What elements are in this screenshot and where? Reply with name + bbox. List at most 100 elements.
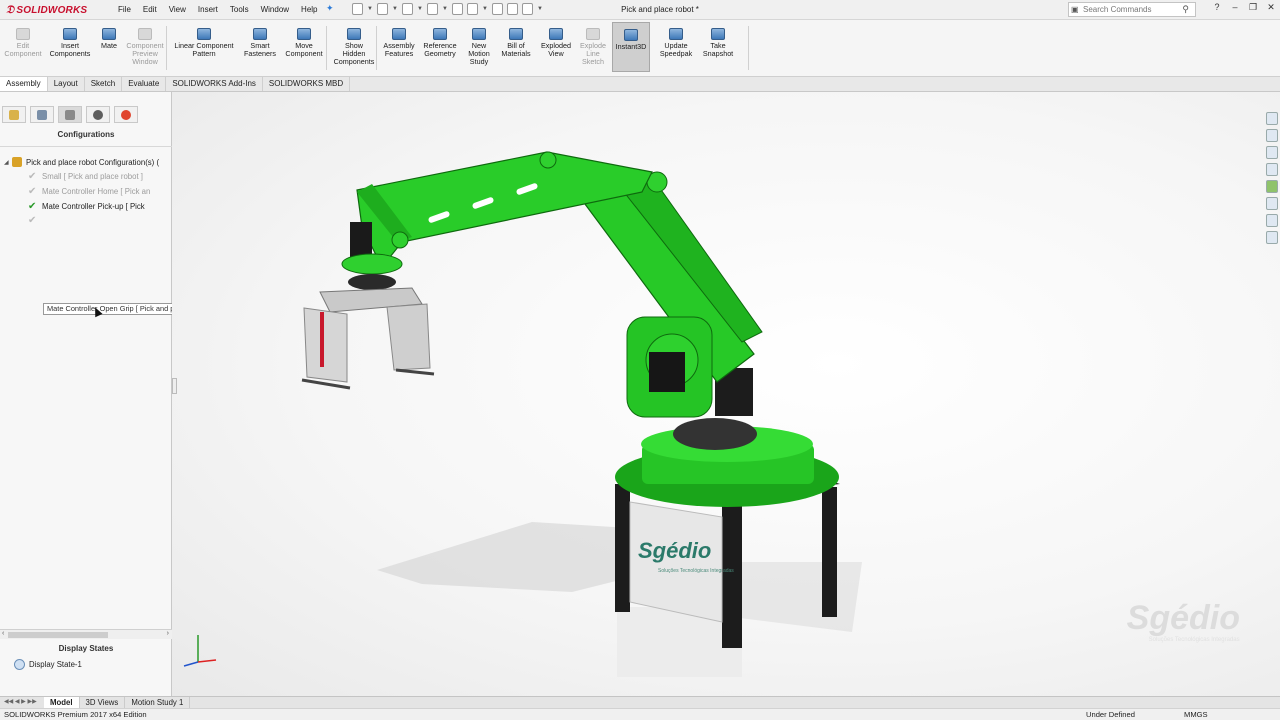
show-hidden-components-button[interactable]: Show Hidden Components: [330, 22, 378, 66]
component-preview-window-button[interactable]: Component Preview Window: [122, 22, 168, 66]
tab-solidworks-add-ins[interactable]: SOLIDWORKS Add-Ins: [166, 77, 263, 91]
gripper-finger: [386, 303, 431, 371]
insert-components-button[interactable]: Insert Components: [48, 22, 92, 58]
forum-icon[interactable]: [1266, 214, 1278, 227]
tab-assembly[interactable]: Assembly: [0, 77, 48, 91]
tab-3d-views[interactable]: 3D Views: [80, 697, 126, 708]
window-controls: ? – ❐ ✕: [1208, 2, 1280, 13]
new-motion-study-button[interactable]: New Motion Study: [462, 22, 496, 66]
joint: [391, 231, 409, 249]
scroll-right-icon[interactable]: ›: [167, 630, 169, 637]
collapse-arrow-icon[interactable]: ◢: [4, 159, 12, 166]
design-library-icon[interactable]: [1266, 129, 1278, 142]
reference-geometry-button[interactable]: Reference Geometry: [420, 22, 460, 58]
search-scope-icon[interactable]: ▣: [1071, 5, 1083, 14]
edit-component-button[interactable]: Edit Component: [0, 22, 46, 58]
manager-tabs: [0, 106, 172, 126]
property-list-icon: [37, 110, 47, 120]
linear-component-pattern-button[interactable]: Linear Component Pattern: [170, 22, 238, 58]
configuration-root[interactable]: ◢ Pick and place robot Configuration(s) …: [4, 155, 172, 170]
search-input[interactable]: Search Commands: [1083, 5, 1151, 14]
crosshair-icon: [93, 110, 103, 120]
scrollbar-thumb[interactable]: [8, 632, 108, 638]
command-manager-tabs: Assembly Layout Sketch Evaluate SOLIDWORKS A…: [0, 77, 1280, 92]
dimxpert-manager-tab[interactable]: [86, 106, 110, 123]
appearances-icon[interactable]: [1266, 180, 1278, 193]
shoulder-motor: [649, 352, 685, 392]
watermark-sub: Soluções Tecnológicas Integradas: [1148, 637, 1240, 643]
instant3d-label: Instant3D: [615, 42, 647, 51]
exploded-view-button[interactable]: Exploded View: [536, 22, 576, 58]
bottom-tabs: ◀◀ ◀ ▶ ▶▶ Model 3D Views Motion Study 1: [0, 696, 1280, 708]
explode-line-sketch-icon: [586, 28, 600, 40]
explode-line-sketch-button[interactable]: Explode Line Sketch: [576, 22, 610, 66]
take-snapshot-button[interactable]: Take Snapshot: [700, 22, 736, 58]
ribbon-separator: [166, 26, 167, 70]
move-component-button[interactable]: Move Component: [282, 22, 326, 58]
feature-manager-tab[interactable]: [2, 106, 26, 123]
bill-of-materials-button[interactable]: Bill of Materials: [498, 22, 534, 58]
display-state-item[interactable]: Display State-1: [14, 659, 82, 670]
reference-geometry-icon: [433, 28, 447, 40]
edition-label: SOLIDWORKS Premium 2017 x64 Edition: [4, 710, 147, 719]
configuration-check-icon: ✔: [28, 215, 37, 227]
exploded-view-label: View: [548, 49, 564, 58]
tab-model[interactable]: Model: [44, 697, 80, 708]
divider: [0, 146, 172, 147]
minimize-button[interactable]: –: [1226, 2, 1244, 13]
ribbon-separator: [376, 26, 377, 70]
wrist-flange: [341, 253, 403, 275]
custom-properties-icon[interactable]: [1266, 197, 1278, 210]
stand-leg: [822, 487, 837, 617]
configuration-label: Mate Controller Home [ Pick an: [42, 186, 151, 196]
configuration-label: Mate Controller Pick-up [ Pick: [42, 201, 145, 211]
tab-sketch[interactable]: Sketch: [85, 77, 123, 91]
tab-scroll-arrows[interactable]: ◀◀ ◀ ▶ ▶▶: [0, 697, 44, 708]
take-snapshot-label: Snapshot: [702, 49, 734, 58]
command-manager-ribbon: Edit Component Insert Components Mate Compone…: [0, 20, 1280, 77]
solidworks-forum-icon[interactable]: [1266, 231, 1278, 244]
smart-fasteners-button[interactable]: Smart Fasteners: [240, 22, 280, 58]
view-palette-icon[interactable]: [1266, 163, 1278, 176]
update-speedpak-icon: [669, 28, 683, 40]
mate-button[interactable]: Mate: [94, 22, 124, 50]
mate-label: Mate: [101, 41, 117, 50]
configuration-item-pickup[interactable]: ✔ Mate Controller Pick-up [ Pick: [4, 199, 172, 214]
smart-fasteners-label: Fasteners: [244, 49, 276, 58]
restore-button[interactable]: ❐: [1244, 2, 1262, 13]
horizontal-scrollbar[interactable]: ‹ ›: [0, 629, 172, 639]
configuration-root-label: Pick and place robot Configuration(s) (: [26, 157, 160, 167]
close-button[interactable]: ✕: [1262, 2, 1280, 13]
tab-motion-study[interactable]: Motion Study 1: [125, 697, 191, 708]
robot-model[interactable]: Sgédio Soluções Tecnológicas Integradas: [172, 92, 1280, 696]
feature-tree-icon: [9, 110, 19, 120]
search-icon[interactable]: ⚲: [1182, 4, 1189, 15]
color-wheel-icon: [121, 110, 131, 120]
tab-evaluate[interactable]: Evaluate: [122, 77, 167, 91]
file-explorer-icon[interactable]: [1266, 146, 1278, 159]
instant3d-icon: [624, 29, 638, 41]
task-pane-tabs: [1266, 112, 1280, 248]
tab-solidworks-mbd[interactable]: SOLIDWORKS MBD: [263, 77, 351, 91]
display-manager-tab[interactable]: [114, 106, 138, 123]
help-icon[interactable]: ?: [1208, 2, 1226, 13]
update-speedpak-button[interactable]: Update Speedpak: [654, 22, 698, 58]
triad-x-axis: [197, 659, 217, 663]
watermark-logo: Sgédio: [1126, 599, 1240, 637]
property-manager-tab[interactable]: [30, 106, 54, 123]
tab-layout[interactable]: Layout: [48, 77, 85, 91]
configuration-item-small[interactable]: ✔ Small [ Pick and place robot ]: [4, 170, 172, 185]
scroll-left-icon[interactable]: ‹: [2, 630, 4, 637]
configuration-icon: [65, 110, 75, 120]
configuration-item-home[interactable]: ✔ Mate Controller Home [ Pick an: [4, 184, 172, 199]
search-commands-field[interactable]: ▣ Search Commands ⚲: [1068, 2, 1196, 17]
graphics-area[interactable]: Sgédio Soluções Tecnológicas Integradas: [172, 92, 1280, 696]
configuration-manager-tab[interactable]: [58, 106, 82, 123]
assembly-features-button[interactable]: Assembly Features: [380, 22, 418, 58]
solidworks-resources-icon[interactable]: [1266, 112, 1278, 125]
instant3d-button[interactable]: Instant3D: [612, 22, 650, 72]
configuration-item-open-grip[interactable]: ✔: [4, 213, 172, 228]
configuration-check-icon: ✔: [28, 171, 37, 183]
units-selector[interactable]: MMGS: [1184, 709, 1208, 720]
move-component-label: Component: [285, 49, 323, 58]
